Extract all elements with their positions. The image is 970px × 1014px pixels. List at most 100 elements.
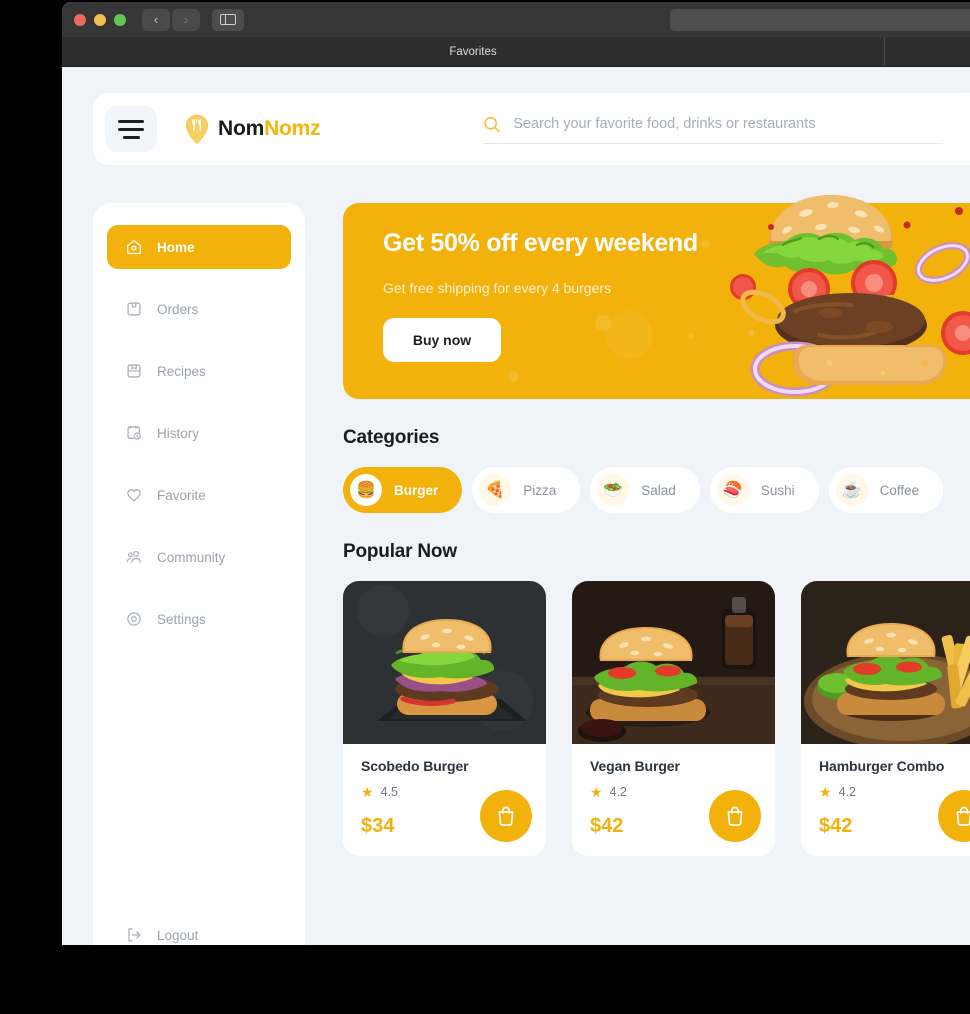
browser-window: ‹ › Favorites NomNomz Search your favori… xyxy=(62,2,970,945)
decorative-bubble xyxy=(508,371,519,382)
categories-title: Categories xyxy=(343,427,440,448)
category-chip-pizza[interactable]: 🍕 Pizza xyxy=(472,467,581,513)
salad-icon: 🥗 xyxy=(597,474,630,506)
sidebar-item-label: Orders xyxy=(157,301,199,317)
product-card-body: Hamburger Combo ★ 4.2 $42 xyxy=(801,744,970,856)
search-input[interactable] xyxy=(513,116,944,132)
decorative-bubble xyxy=(701,239,710,248)
sidebar-item-label: Recipes xyxy=(157,363,206,379)
search-bar xyxy=(483,115,944,144)
history-clock-icon xyxy=(127,425,141,440)
rating-value: 4.2 xyxy=(609,785,627,799)
popular-title: Popular Now xyxy=(343,541,457,562)
product-name: Scobedo Burger xyxy=(361,758,469,774)
sidebar-item-label: Favorite xyxy=(157,487,206,503)
category-chip-burger[interactable]: 🍔 Burger xyxy=(343,467,463,513)
pizza-icon: 🍕 xyxy=(479,474,512,506)
product-card-body: Scobedo Burger ★ 4.5 $34 xyxy=(343,744,546,856)
minimize-window-button[interactable] xyxy=(94,13,106,26)
buy-now-button[interactable]: Buy now xyxy=(383,318,501,362)
category-chip-label: Salad xyxy=(641,482,676,498)
category-chip-label: Pizza xyxy=(523,482,557,498)
recipes-book-icon xyxy=(127,364,141,378)
product-card[interactable]: Hamburger Combo ★ 4.2 $42 xyxy=(801,581,970,856)
main-content: Get 50% off every weekend Get free shipp… xyxy=(343,195,970,856)
sidebar-item-orders[interactable]: Orders xyxy=(107,287,291,331)
shopping-bag-icon xyxy=(498,806,514,826)
sidebar-item-community[interactable]: Community xyxy=(107,535,291,579)
promo-subtitle: Get free shipping for every 4 burgers xyxy=(383,280,612,296)
burger-with-drink-photo xyxy=(572,581,775,744)
tab-strip-empty-area xyxy=(885,37,970,66)
sidebar-item-history[interactable]: History xyxy=(107,411,291,455)
sidebar-item-label: Community xyxy=(157,549,226,565)
popular-header: Popular Now View All xyxy=(343,541,970,563)
category-chip-coffee[interactable]: ☕ Coffee xyxy=(828,467,944,513)
sidebar-item-label: Logout xyxy=(157,927,199,943)
add-to-cart-button[interactable] xyxy=(480,790,532,842)
categories-header: Categories View All xyxy=(343,427,970,449)
heart-icon xyxy=(127,489,141,502)
maximize-window-button[interactable] xyxy=(114,13,126,26)
brand-name-first: Nom xyxy=(218,117,265,140)
gear-circle-icon xyxy=(127,612,141,626)
promo-banner-text: Get 50% off every weekend Get free shipp… xyxy=(383,229,698,362)
promo-banner: Get 50% off every weekend Get free shipp… xyxy=(343,195,970,399)
sidebar-item-settings[interactable]: Settings xyxy=(107,597,291,641)
close-window-button[interactable] xyxy=(74,13,86,26)
rating-value: 4.5 xyxy=(380,785,398,799)
category-chip-salad[interactable]: 🥗 Salad xyxy=(590,467,700,513)
forward-button[interactable]: › xyxy=(172,8,200,31)
star-icon: ★ xyxy=(361,784,374,800)
orders-bag-icon xyxy=(127,302,141,316)
app-header: NomNomz xyxy=(93,93,970,165)
product-name: Vegan Burger xyxy=(590,758,680,774)
shopping-bag-icon xyxy=(956,806,970,826)
search-icon xyxy=(484,116,501,132)
product-card[interactable]: Vegan Burger ★ 4.2 $42 xyxy=(572,581,775,856)
product-name: Hamburger Combo xyxy=(819,758,945,774)
hamburger-icon[interactable] xyxy=(105,106,157,152)
category-chip-label: Burger xyxy=(394,482,439,498)
coffee-icon: ☕ xyxy=(835,474,868,506)
sidebar-item-home[interactable]: Home xyxy=(107,225,291,269)
home-icon xyxy=(127,240,141,255)
tab-strip: Favorites xyxy=(62,37,970,67)
sidebar-panel-icon xyxy=(220,14,236,25)
rating-value: 4.2 xyxy=(838,785,856,799)
sidebar-item-recipes[interactable]: Recipes xyxy=(107,349,291,393)
shopping-bag-icon xyxy=(727,806,743,826)
burger-icon: 🍔 xyxy=(350,474,382,506)
people-icon xyxy=(126,550,141,563)
promo-title: Get 50% off every weekend xyxy=(383,229,698,257)
category-chip-sushi[interactable]: 🍣 Sushi xyxy=(709,467,819,513)
sushi-icon: 🍣 xyxy=(716,474,749,506)
back-button[interactable]: ‹ xyxy=(142,8,170,31)
location-pin-cutlery-icon xyxy=(186,114,208,144)
product-card-row: Scobedo Burger ★ 4.5 $34 Vegan Burger ★ … xyxy=(343,581,970,856)
address-bar[interactable] xyxy=(670,9,970,31)
sidebar-item-label: Settings xyxy=(157,611,206,627)
brand-name: NomNomz xyxy=(218,117,321,141)
traffic-lights xyxy=(74,13,126,26)
product-card[interactable]: Scobedo Burger ★ 4.5 $34 xyxy=(343,581,546,856)
tab-favorites[interactable]: Favorites xyxy=(62,37,885,66)
logout-arrow-icon xyxy=(128,928,141,942)
category-chip-label: Sushi xyxy=(760,482,795,498)
sidebar-item-label: Home xyxy=(157,239,195,255)
add-to-cart-button[interactable] xyxy=(709,790,761,842)
product-card-body: Vegan Burger ★ 4.2 $42 xyxy=(572,744,775,856)
app-root: NomNomz Home xyxy=(62,68,970,945)
category-chip-label: Coffee xyxy=(879,482,920,498)
sidebar-item-logout[interactable]: Logout xyxy=(107,913,291,945)
navigation-buttons: ‹ › xyxy=(142,8,200,31)
star-icon: ★ xyxy=(590,784,603,800)
browser-titlebar: ‹ › xyxy=(62,2,970,37)
brand-name-second: Nomz xyxy=(264,117,321,140)
exploded-burger-photo xyxy=(730,195,970,397)
sidebar-item-label: History xyxy=(157,425,200,441)
sidebar: Home Orders Recipes History Favorite Com… xyxy=(93,203,305,945)
toggle-sidebar-button[interactable] xyxy=(212,8,244,31)
sidebar-item-favorite[interactable]: Favorite xyxy=(107,473,291,517)
